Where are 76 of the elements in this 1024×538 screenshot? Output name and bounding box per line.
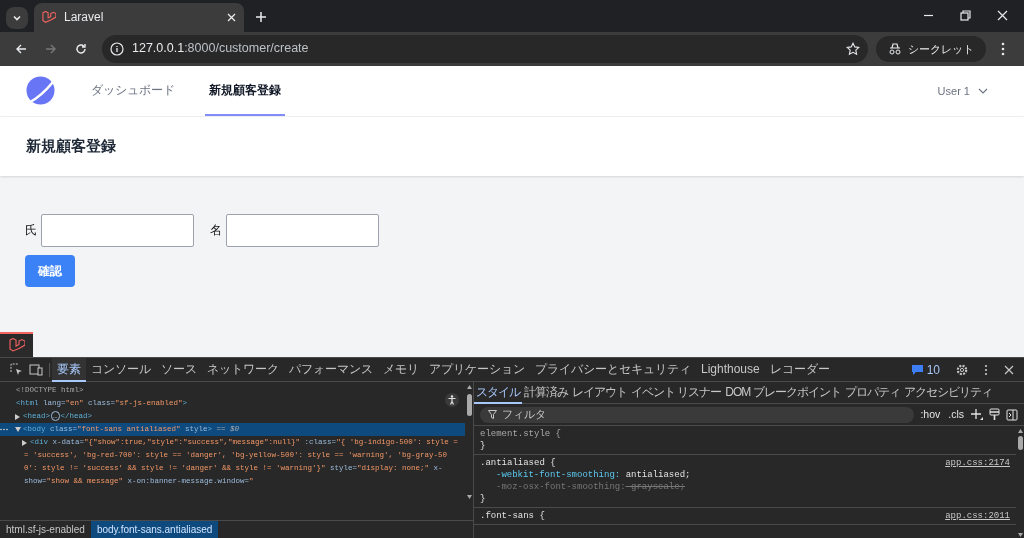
devtools-tab[interactable]: プライバシーとセキュリティ xyxy=(530,357,696,382)
device-toolbar-icon[interactable] xyxy=(29,363,43,376)
issues-counter[interactable]: 10 xyxy=(911,360,940,379)
address-bar[interactable]: 127.0.0.1:8000/customer/create xyxy=(102,34,868,63)
css-selector: .font-sans { xyxy=(480,510,545,522)
forward-arrow-icon xyxy=(45,42,57,55)
laravel-logo-icon xyxy=(8,338,25,353)
filter-icon xyxy=(488,410,497,419)
nav-link[interactable]: 新規顧客登録 xyxy=(205,65,285,116)
input-field[interactable] xyxy=(41,213,194,247)
devtools-tab[interactable]: ソース xyxy=(156,357,202,382)
collapsed-arrow-icon[interactable] xyxy=(22,439,27,446)
styles-tab[interactable]: プロパティ xyxy=(842,382,902,404)
settings-icon[interactable] xyxy=(956,363,968,376)
devtools-tab[interactable]: アプリケーション xyxy=(424,357,530,382)
url-text: 127.0.0.1:8000/customer/create xyxy=(132,40,309,58)
styles-tab[interactable]: 計算済み xyxy=(522,382,570,404)
kebab-menu-icon[interactable] xyxy=(984,363,988,376)
styles-tab[interactable]: イベント リスナー xyxy=(629,382,724,404)
inspect-icon[interactable] xyxy=(10,363,23,376)
filter-field[interactable]: フィルタ xyxy=(480,406,915,423)
debugbar-tab[interactable] xyxy=(0,332,33,357)
close-icon[interactable] xyxy=(1004,364,1014,375)
user-menu[interactable]: User 1 xyxy=(927,65,998,116)
collapsed-arrow-icon[interactable] xyxy=(15,413,20,420)
scrollbar[interactable] xyxy=(1016,428,1024,538)
confirm-button[interactable]: 確認 xyxy=(25,254,75,287)
plus-icon xyxy=(255,10,267,23)
expanded-arrow-icon[interactable] xyxy=(15,427,21,432)
devtools-tab[interactable]: メモリ xyxy=(378,357,424,382)
back-arrow-icon xyxy=(15,42,27,55)
devtools-tab[interactable]: レコーダー xyxy=(764,357,835,382)
devtools-tab[interactable]: 要素 xyxy=(52,357,86,382)
incognito-button[interactable]: シークレット xyxy=(876,35,986,62)
reload-icon xyxy=(75,42,87,55)
styles-tab[interactable]: アクセシビリティ xyxy=(901,382,994,404)
devtools-tab[interactable]: Lighthouse xyxy=(696,357,765,382)
toggle-button[interactable]: .cls xyxy=(948,406,964,423)
star-icon[interactable] xyxy=(846,41,860,56)
kebab-menu-icon xyxy=(1001,41,1005,56)
breadcrumb[interactable]: body.font-sans.antialiased xyxy=(90,521,219,538)
laravel-logo-icon xyxy=(42,10,56,24)
info-icon[interactable] xyxy=(110,41,124,56)
input-field[interactable] xyxy=(226,213,379,247)
tab-title: Laravel xyxy=(64,9,105,27)
closing-brace: } xyxy=(480,493,487,505)
sidebar-toggle-icon[interactable] xyxy=(1006,408,1018,421)
devtools-tab[interactable]: パフォーマンス xyxy=(284,357,378,382)
page-heading: 新規顧客登録 xyxy=(26,136,116,156)
restore-icon[interactable] xyxy=(960,10,971,22)
accessibility-icon[interactable] xyxy=(445,392,459,407)
devtools-tab[interactable]: コンソール xyxy=(86,357,156,382)
app-logo-icon[interactable] xyxy=(26,76,55,106)
field-label: 名 xyxy=(210,222,222,240)
styles-tab[interactable]: スタイル xyxy=(474,382,522,404)
css-selector: .antialiased { xyxy=(480,457,556,469)
browser-tab[interactable]: Laravel xyxy=(34,2,244,32)
paint-brush-icon[interactable] xyxy=(989,408,1000,421)
ellipsis-icon[interactable] xyxy=(0,428,8,431)
styles-tab[interactable]: DOM ブレークポイント xyxy=(723,382,843,404)
breadcrumb[interactable]: html.sf-js-enabled xyxy=(0,521,91,538)
toggle-button[interactable]: :hov xyxy=(920,406,941,423)
new-rule-icon[interactable] xyxy=(970,408,983,421)
styles-tab[interactable]: レイアウト xyxy=(570,382,629,404)
css-selector: element.style { xyxy=(480,428,561,440)
source-link[interactable]: app.css:2174 xyxy=(945,457,1010,469)
incognito-icon xyxy=(888,42,902,55)
message-icon xyxy=(911,364,923,375)
tab-search-button[interactable] xyxy=(6,6,28,29)
closing-brace: } xyxy=(480,440,487,452)
css-declaration[interactable]: -webkit-font-smoothing: antialiased; xyxy=(480,469,691,481)
scrollbar[interactable] xyxy=(465,384,473,500)
nav-link[interactable]: ダッシュボード xyxy=(87,65,179,116)
field-label: 氏 xyxy=(25,222,37,240)
devtools-tab[interactable]: ネットワーク xyxy=(202,357,284,382)
source-link[interactable]: app.css:2011 xyxy=(945,510,1010,522)
